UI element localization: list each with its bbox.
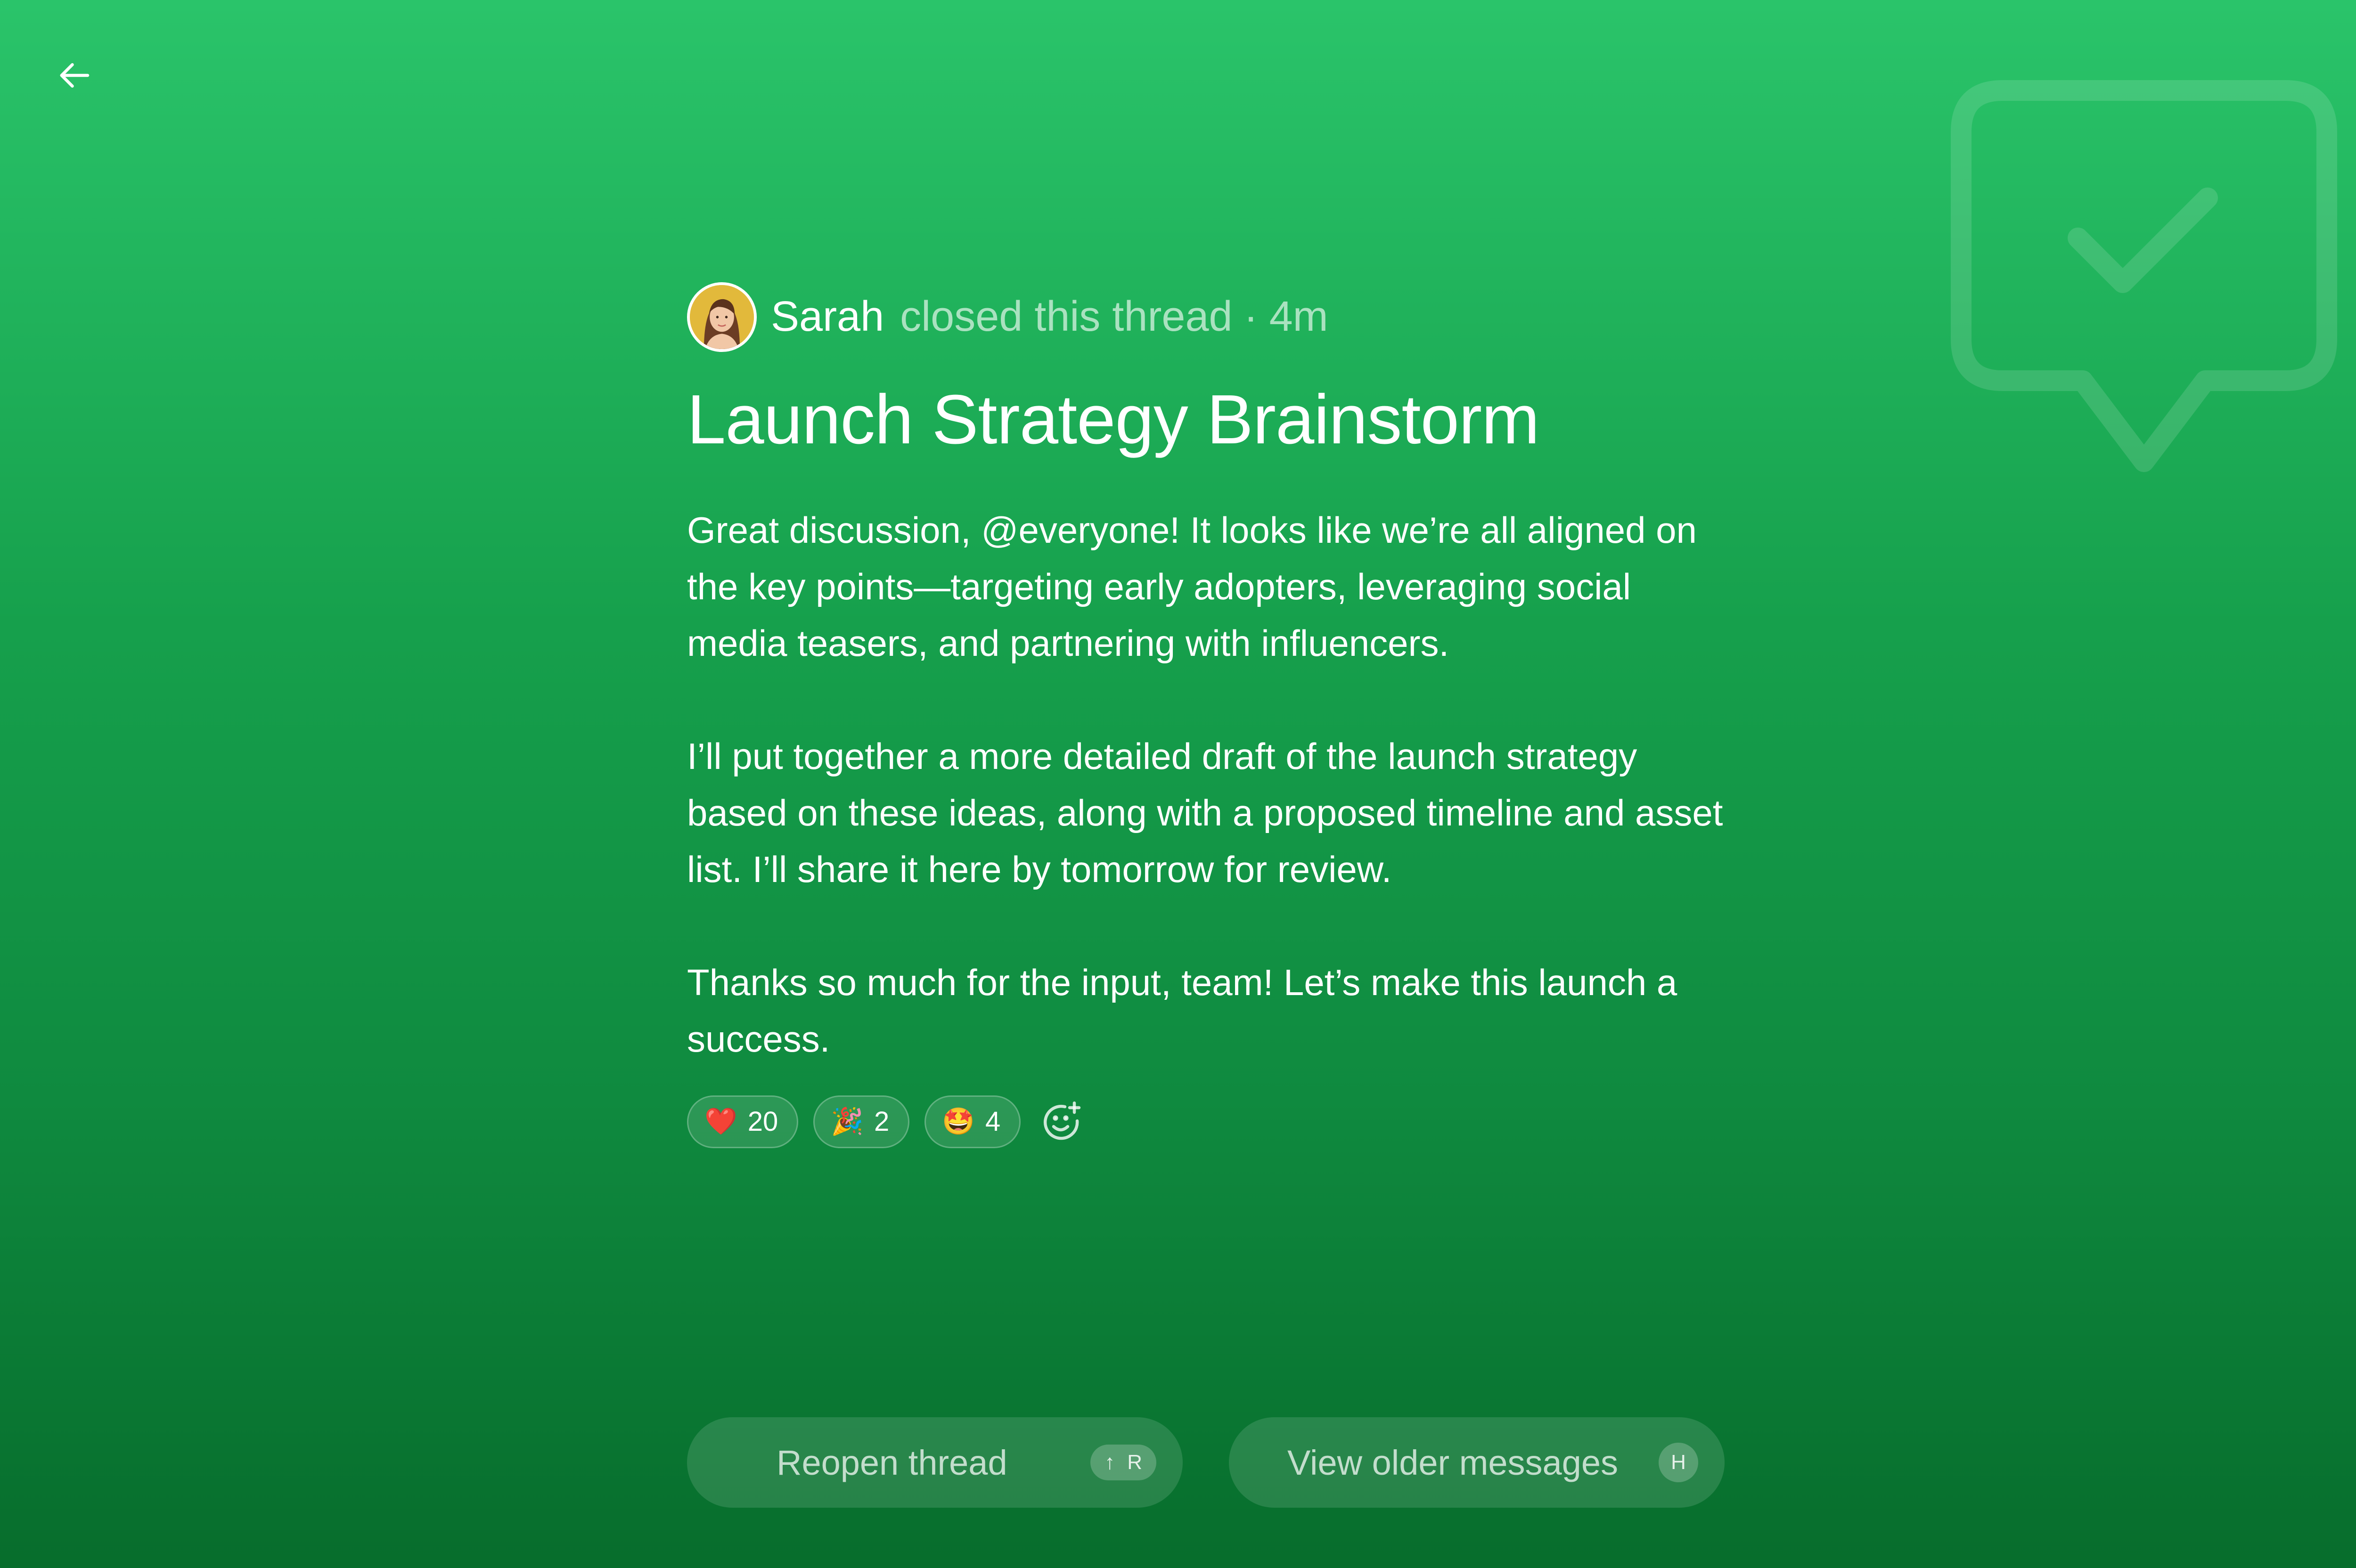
add-emoji-icon [1044, 1101, 1081, 1140]
meta-separator: · [1243, 293, 1258, 340]
heart-emoji: ❤️ [704, 1106, 737, 1137]
view-older-messages-label: View older messages [1287, 1443, 1618, 1482]
reaction-count: 4 [985, 1106, 1001, 1137]
reaction-star-struck[interactable]: 🤩 4 [924, 1095, 1021, 1148]
thread-event-meta: Sarah closed this thread · 4m [687, 280, 1724, 353]
star-struck-emoji: 🤩 [942, 1106, 975, 1137]
chat-bubble-check-icon [1951, 80, 2337, 476]
view-older-messages-button[interactable]: View older messages H [1229, 1417, 1725, 1508]
reopen-thread-label: Reopen thread [777, 1443, 1007, 1482]
event-action: closed this thread [900, 293, 1233, 340]
shortcut-badge: H [1659, 1443, 1698, 1482]
reactions-bar: ❤️ 20 🎉 2 🤩 4 [687, 1095, 1724, 1148]
shortcut-key: R [1127, 1451, 1142, 1474]
add-reaction-button[interactable] [1038, 1098, 1085, 1145]
reaction-count: 2 [874, 1106, 890, 1137]
reaction-count: 20 [747, 1106, 778, 1137]
thread-actions: Reopen thread ↑ R View older messages H [687, 1417, 1725, 1508]
message-paragraph: Thanks so much for the input, team! Let’… [687, 961, 1677, 1060]
shortcut-badge: ↑ R [1090, 1445, 1156, 1480]
reaction-party[interactable]: 🎉 2 [813, 1095, 910, 1148]
message-paragraph: Great discussion, @everyone! It looks li… [687, 509, 1697, 664]
thread-message: Great discussion, @everyone! It looks li… [687, 502, 1733, 1067]
reaction-heart[interactable]: ❤️ 20 [687, 1095, 799, 1148]
arrow-up-icon: ↑ [1104, 1451, 1115, 1474]
thread-title: Launch Strategy Brainstorm [687, 381, 1539, 458]
shortcut-key: H [1671, 1451, 1686, 1474]
event-timestamp: 4m [1269, 293, 1328, 340]
avatar[interactable] [687, 282, 757, 352]
user-name[interactable]: Sarah [771, 293, 884, 341]
reopen-thread-button[interactable]: Reopen thread ↑ R [687, 1417, 1183, 1508]
arrow-left-icon [60, 63, 90, 88]
message-paragraph: I’ll put together a more detailed draft … [687, 735, 1723, 890]
thread-closed-card: Sarah closed this thread · 4m Launch Str… [687, 280, 1724, 1148]
party-popper-emoji: 🎉 [831, 1106, 864, 1137]
back-button[interactable] [52, 52, 99, 99]
